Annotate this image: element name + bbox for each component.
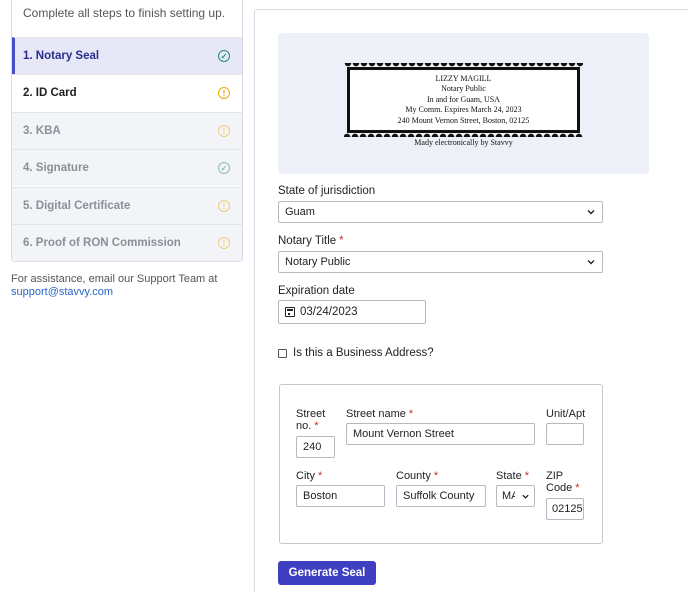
street-no-input[interactable]: 240: [296, 436, 335, 458]
expiration-value: 03/24/2023: [300, 306, 358, 318]
city-value: Boston: [303, 490, 338, 502]
seal-line: Notary Public: [441, 84, 486, 94]
county-label-text: County: [396, 470, 431, 482]
alert-circle-icon: !: [218, 125, 230, 137]
jurisdiction-label: State of jurisdiction: [278, 185, 375, 197]
step-kba[interactable]: 3. KBA !: [12, 112, 242, 149]
notary-title-label: Notary Title *: [278, 235, 344, 247]
steps-panel: Complete all steps to finish setting up.…: [11, 0, 243, 262]
state-label: State *: [496, 470, 529, 482]
calendar-icon: [285, 307, 295, 317]
seal-line: 240 Mount Vernon Street, Boston, 02125: [397, 115, 530, 125]
city-input[interactable]: Boston: [296, 485, 385, 507]
seal-line: In and for Guam, USA: [426, 94, 501, 104]
step-notary-seal[interactable]: 1. Notary Seal ✓: [12, 37, 242, 74]
zip-label-text: ZIP Code: [546, 470, 573, 494]
chevron-down-icon: [587, 210, 595, 215]
required-marker: *: [339, 235, 344, 247]
step-label: 5. Digital Certificate: [23, 200, 131, 212]
support-note: For assistance, email our Support Team a…: [11, 273, 217, 299]
unit-input[interactable]: [546, 423, 584, 445]
alert-circle-icon: !: [218, 237, 230, 249]
check-circle-icon: ✓: [218, 50, 230, 62]
required-marker: *: [408, 408, 414, 420]
required-marker: *: [317, 470, 323, 482]
street-name-label-text: Street name: [346, 408, 406, 420]
city-label-text: City: [296, 470, 315, 482]
step-label: 6. Proof of RON Commission: [23, 237, 181, 249]
step-label: 1. Notary Seal: [23, 50, 100, 62]
business-address-checkbox[interactable]: [278, 348, 287, 358]
step-digital-certificate[interactable]: 5. Digital Certificate !: [12, 187, 242, 224]
business-address-label: Is this a Business Address?: [293, 347, 434, 359]
street-name-label: Street name *: [346, 408, 413, 420]
required-marker: *: [575, 482, 580, 494]
street-no-label-text: Street no.: [296, 408, 326, 432]
seal-line: LIZZY MAGILL: [435, 73, 492, 83]
county-input[interactable]: Suffolk County: [396, 485, 486, 507]
city-label: City *: [296, 470, 322, 482]
generate-seal-button[interactable]: Generate Seal: [278, 561, 376, 585]
support-email-link[interactable]: support@stavvy.com: [11, 286, 217, 299]
step-proof-of-ron-commission[interactable]: 6. Proof of RON Commission !: [12, 224, 242, 261]
state-label-text: State: [496, 470, 522, 482]
unit-label-text: Unit/Apt: [546, 408, 586, 420]
expiration-label: Expiration date: [278, 285, 355, 297]
step-id-card[interactable]: 2. ID Card !: [12, 74, 242, 111]
steps-intro: Complete all steps to finish setting up.: [23, 6, 226, 20]
jurisdiction-value: Guam: [285, 206, 315, 218]
business-address-row: Is this a Business Address?: [278, 347, 434, 359]
chevron-down-icon: [587, 260, 595, 265]
notary-title-select[interactable]: Notary Public: [278, 251, 603, 273]
check-circle-icon: ✓: [218, 162, 230, 174]
jurisdiction-select[interactable]: Guam: [278, 201, 603, 223]
street-no-label: Street no. *: [296, 408, 336, 432]
chevron-down-icon: [522, 494, 529, 499]
county-label: County *: [396, 470, 438, 482]
notary-seal-image: LIZZY MAGILL Notary Public In and for Gu…: [344, 63, 583, 133]
street-no-value: 240: [303, 441, 322, 453]
alert-circle-icon: !: [218, 87, 230, 99]
step-label: 3. KBA: [23, 125, 61, 137]
zip-input[interactable]: 02125: [546, 498, 584, 520]
seal-line: My Comm. Expires March 24, 2023: [405, 105, 522, 115]
required-marker: *: [314, 420, 319, 432]
expiration-label-text: Expiration date: [278, 285, 355, 297]
seal-caption: Mady electronically by Stavvy: [414, 138, 513, 147]
street-name-value: Mount Vernon Street: [353, 428, 454, 440]
zip-value: 02125: [552, 503, 583, 515]
zip-label: ZIP Code *: [546, 470, 586, 494]
jurisdiction-label-text: State of jurisdiction: [278, 185, 376, 197]
step-label: 2. ID Card: [23, 87, 77, 99]
step-label: 4. Signature: [23, 162, 89, 174]
required-marker: *: [524, 470, 529, 482]
county-value: Suffolk County: [403, 490, 475, 502]
notary-title-label-text: Notary Title: [278, 235, 337, 247]
step-signature[interactable]: 4. Signature ✓: [12, 149, 242, 186]
alert-circle-icon: !: [218, 200, 230, 212]
support-text: For assistance, email our Support Team a…: [11, 273, 218, 285]
state-value: MA: [502, 490, 515, 502]
state-select[interactable]: MA: [496, 485, 535, 507]
required-marker: *: [433, 470, 439, 482]
expiration-date-field[interactable]: 03/24/2023: [278, 300, 426, 324]
unit-label: Unit/Apt: [546, 408, 585, 420]
street-name-input[interactable]: Mount Vernon Street: [346, 423, 535, 445]
notary-title-value: Notary Public: [285, 256, 351, 268]
